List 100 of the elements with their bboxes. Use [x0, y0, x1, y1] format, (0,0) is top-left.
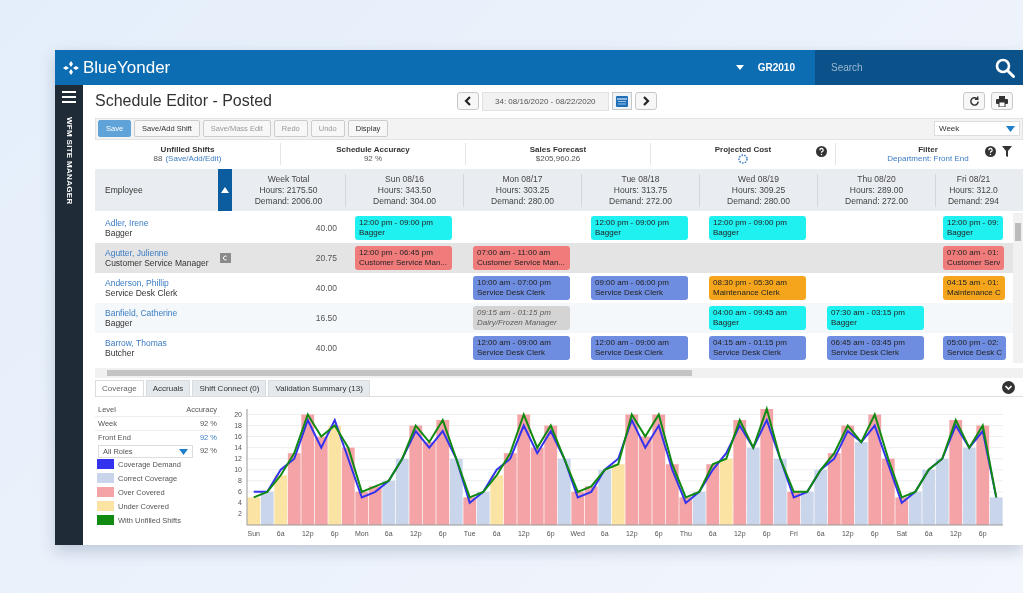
employee-name[interactable]: Agutter, Julienne	[105, 248, 218, 259]
page-title: Schedule Editor - Posted	[95, 92, 272, 111]
shift-block[interactable]: 04:00 am - 09:45 am Bagger	[709, 306, 806, 331]
column-hours: Hours: 309.25	[731, 184, 786, 196]
vertical-scrollbar[interactable]	[1013, 213, 1023, 364]
triangle-up-icon	[221, 187, 229, 194]
column-header: Wed 08/19	[738, 173, 779, 185]
schedule-row[interactable]: Banfield, Catherine Bagger 16.50 09:15 am - 01:15 pm Dairy/Frozen Manager 04:00 am - 09:45 am Bagger 07:30 am - 03:15 pm Bagger	[95, 303, 1013, 334]
column-header: Mon 08/17	[502, 173, 543, 185]
summary-link[interactable]: Department: Front End	[887, 154, 969, 164]
panel-tab[interactable]: Validation Summary (13)	[268, 380, 370, 396]
shift-block[interactable]: 12:00 pm - 09:00 pm Bagger	[709, 216, 806, 241]
logo-icon	[63, 60, 79, 75]
chevron-right-icon	[641, 96, 650, 107]
column-demand: Demand: 2006.00	[254, 195, 323, 207]
shift-block[interactable]: 07:30 am - 03:15 pm Bagger	[827, 306, 924, 331]
summary-value: 88	[153, 154, 163, 164]
note-icon[interactable]	[219, 253, 231, 264]
shift-block[interactable]: 05:00 pm - 02: Service Desk C	[943, 336, 1007, 361]
chevron-left-icon	[464, 96, 472, 107]
employee-name[interactable]: Barrow, Thomas	[105, 338, 218, 349]
horizontal-scrollbar[interactable]	[95, 368, 1023, 379]
summary-title: Sales Forecast	[529, 145, 587, 155]
shift-block[interactable]: 07:00 am - 01: Customer Serv	[943, 246, 1005, 271]
printer-icon	[996, 95, 1008, 107]
help-icon[interactable]	[985, 146, 996, 158]
logo-text: BlueYonder	[83, 57, 171, 78]
summary-title: Projected Cost	[714, 144, 772, 154]
employee-role: Butcher	[105, 348, 136, 359]
column-header: Thu 08/20	[857, 173, 896, 185]
column-hours: Hours: 303.25	[495, 184, 550, 196]
print-button[interactable]	[991, 92, 1013, 111]
summary-title: Filter	[918, 145, 938, 155]
shift-block[interactable]: 12:00 pm - 06:45 pm Customer Service Man...	[355, 246, 452, 271]
search-bar[interactable]: Search	[815, 50, 1023, 85]
next-button[interactable]	[634, 92, 657, 111]
schedule-row[interactable]: Anderson, Phillip Service Desk Clerk 40.00 10:00 am - 07:00 pm Service Desk Clerk 09:00 am - 06:00 pm Service Desk Clerk 08:30 pm - 05:30 am Maintenance Clerk 04:15 am - 01: Maintenance C	[95, 273, 1013, 304]
column-header[interactable]: Employee	[95, 185, 218, 196]
shift-block[interactable]: 09:15 am - 01:15 pm Dairy/Frozen Manager	[473, 306, 570, 331]
calendar-button[interactable]	[611, 92, 632, 111]
shift-block[interactable]: 04:15 am - 01: Maintenance C	[943, 276, 1005, 301]
shift-block[interactable]: 08:30 pm - 05:30 am Maintenance Clerk	[709, 276, 806, 301]
sort-button[interactable]	[218, 169, 232, 212]
caret-down-icon[interactable]	[735, 65, 744, 70]
caret-down-icon	[1006, 125, 1015, 132]
week-total: 40.00	[315, 223, 337, 234]
employee-role: Service Desk Clerk	[105, 288, 179, 299]
shift-block[interactable]: 12:00 am - 09:00 am Service Desk Clerk	[473, 336, 570, 361]
panel-tab[interactable]: Accruals	[145, 380, 191, 396]
shift-block[interactable]: 07:00 am - 11:00 am Customer Service Man...	[473, 246, 570, 271]
summary-link[interactable]: (Save/Add/Edit)	[165, 154, 222, 164]
shift-block[interactable]: 04:15 am - 01:15 pm Service Desk Clerk	[709, 336, 806, 361]
employee-name[interactable]: Banfield, Catherine	[105, 308, 218, 319]
shift-block[interactable]: 06:45 am - 03:45 pm Service Desk Clerk	[827, 336, 924, 361]
week-total: 20.75	[315, 253, 337, 264]
help-icon[interactable]	[816, 146, 827, 158]
column-demand: Demand: 272.00	[845, 195, 908, 207]
shift-block[interactable]: 12:00 pm - 09: Bagger	[943, 216, 1003, 241]
column-demand: Demand: 280.00	[491, 195, 554, 207]
panel-tab[interactable]: Shift Connect (0)	[192, 380, 267, 396]
column-header: Fri 08/21	[956, 173, 991, 185]
column-hours: Hours: 2175.50	[259, 184, 318, 196]
shift-block[interactable]: 09:00 am - 06:00 pm Service Desk Clerk	[591, 276, 688, 301]
schedule-row[interactable]: Agutter, Julienne Customer Service Manager 20.75 12:00 pm - 06:45 pm Customer Service Man... 07:00 am - 11:00 am Customer Service Man... 07:00 am - 01: Customer Serv	[95, 243, 1013, 274]
column-demand: Demand: 272.00	[609, 195, 672, 207]
collapse-icon[interactable]	[1002, 380, 1015, 394]
search-field[interactable]: Search	[829, 61, 995, 74]
sidebar-label[interactable]: WFM SITE MANAGER	[64, 117, 74, 205]
caret-down-icon	[179, 448, 188, 455]
menu-icon[interactable]	[62, 91, 76, 103]
column-hours: Hours: 313.75	[613, 184, 668, 196]
shift-block[interactable]: 12:00 pm - 09:00 pm Bagger	[591, 216, 688, 241]
week-total: 40.00	[315, 283, 337, 294]
column-hours: Hours: 289.00	[849, 184, 904, 196]
employee-role: Bagger	[105, 228, 134, 239]
column-hours: Hours: 312.0	[949, 184, 998, 196]
search-icon[interactable]	[995, 57, 1015, 78]
schedule-row[interactable]: Adler, Irene Bagger 40.00 12:00 pm - 09:00 pm Bagger 12:00 pm - 09:00 pm Bagger 12:00 pm - 09:00 pm Bagger 12:00 pm - 09: Bagger	[95, 213, 1013, 244]
store-selector[interactable]: GR2010	[757, 62, 795, 73]
employee-name[interactable]: Anderson, Phillip	[105, 278, 218, 289]
coverage-bar	[827, 453, 841, 525]
summary-value: 92 %	[363, 154, 383, 164]
week-total: 16.50	[315, 313, 337, 324]
shift-block[interactable]: 12:00 am - 09:00 am Service Desk Clerk	[591, 336, 688, 361]
summary-title: Schedule Accuracy	[336, 145, 410, 155]
previous-button[interactable]	[457, 92, 479, 111]
filter-icon[interactable]	[1002, 146, 1012, 158]
refresh-icon	[968, 95, 980, 107]
column-header: Week Total	[267, 173, 310, 185]
panel-tab[interactable]: Coverage	[95, 380, 144, 396]
shift-block[interactable]: 10:00 am - 07:00 pm Service Desk Clerk	[473, 276, 570, 301]
refresh-button[interactable]	[963, 92, 985, 111]
period-field[interactable]: 34: 08/16/2020 - 08/22/2020	[482, 91, 609, 111]
shift-block[interactable]: 12:00 pm - 09:00 pm Bagger	[355, 216, 452, 241]
column-hours: Hours: 343.50	[377, 184, 432, 196]
employee-name[interactable]: Adler, Irene	[105, 218, 218, 229]
employee-role: Customer Service Manager	[105, 258, 210, 269]
view-dropdown[interactable]: Week	[934, 121, 1020, 137]
week-total: 40.00	[315, 343, 337, 354]
summary-title: Unfilled Shifts	[160, 145, 215, 155]
